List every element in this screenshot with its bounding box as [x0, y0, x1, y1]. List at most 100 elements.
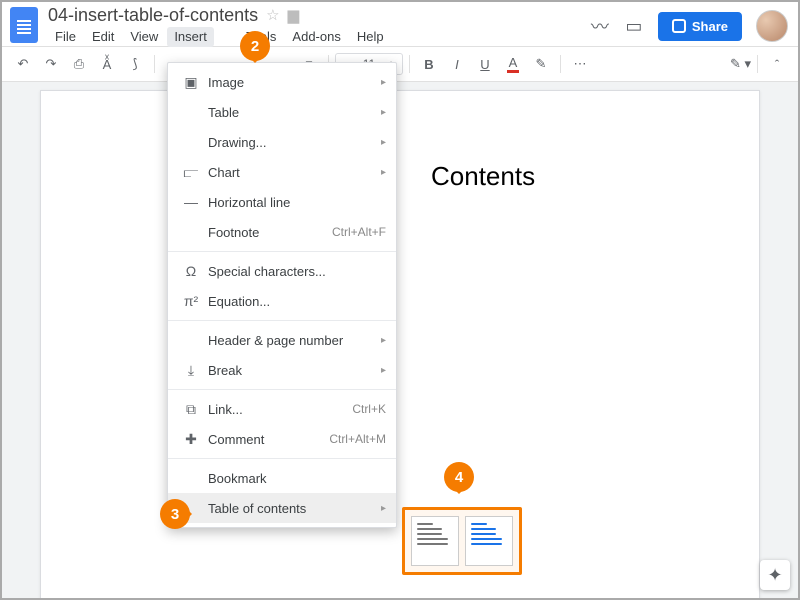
share-button[interactable]: Share: [658, 12, 742, 41]
shortcut: Ctrl+K: [352, 402, 386, 416]
insert-menu-dropdown: ▣ Image ▸ Table ▸ Drawing... ▸ ⫍ Chart ▸…: [167, 62, 397, 528]
menu-item-label: Horizontal line: [208, 195, 386, 210]
menu-item-special-characters[interactable]: Ω Special characters...: [168, 256, 396, 286]
menu-item-image[interactable]: ▣ Image ▸: [168, 67, 396, 97]
comments-icon[interactable]: ▭: [624, 16, 644, 36]
share-label: Share: [692, 19, 728, 34]
menu-item-horizontal-line[interactable]: — Horizontal line: [168, 187, 396, 217]
menu-item-table-of-contents[interactable]: Table of contents ▸: [168, 493, 396, 523]
menu-item-label: Link...: [208, 402, 352, 417]
omega-icon: Ω: [180, 263, 202, 279]
menu-help[interactable]: Help: [350, 27, 391, 47]
menu-item-label: Chart: [208, 165, 381, 180]
chevron-right-icon: ▸: [381, 77, 386, 88]
shortcut: Ctrl+Alt+M: [329, 432, 386, 446]
chevron-up-icon[interactable]: ˆ: [764, 51, 790, 77]
chevron-right-icon: ▸: [381, 335, 386, 346]
pi-icon: π²: [180, 293, 202, 309]
menu-item-label: Break: [208, 363, 381, 378]
menu-item-label: Table: [208, 105, 381, 120]
menu-item-drawing[interactable]: Drawing... ▸: [168, 127, 396, 157]
toc-option-with-numbers[interactable]: [411, 516, 459, 566]
menu-file[interactable]: File: [48, 27, 83, 47]
separator: [560, 55, 561, 73]
star-icon[interactable]: ☆: [266, 6, 279, 24]
chevron-right-icon: ▸: [381, 137, 386, 148]
thumb-line: [471, 528, 496, 530]
menu-item-label: Footnote: [208, 225, 332, 240]
menu-item-table[interactable]: Table ▸: [168, 97, 396, 127]
separator: [154, 55, 155, 73]
document-page[interactable]: Contents: [40, 90, 760, 600]
page-title: Contents: [431, 161, 687, 192]
thumb-line: [417, 523, 433, 525]
avatar[interactable]: [756, 10, 788, 42]
spellcheck-button[interactable]: Aͯ: [94, 51, 120, 77]
chevron-right-icon: ▸: [381, 107, 386, 118]
folder-icon[interactable]: ▆: [288, 6, 300, 24]
menu-addons[interactable]: Add-ons: [285, 27, 347, 47]
menu-item-label: Comment: [208, 432, 329, 447]
thumb-line: [471, 523, 487, 525]
callout-3: 3: [160, 499, 190, 529]
menu-item-footnote[interactable]: Footnote Ctrl+Alt+F: [168, 217, 396, 247]
menu-item-label: Bookmark: [208, 471, 386, 486]
chevron-right-icon: ▸: [381, 167, 386, 178]
toolbar: ↶ ↷ ⎙ Aͯ ⟆ ▾ − 11 + B I U A ✎ ⋯ ✎ ▾ ˆ: [2, 46, 798, 82]
menu-item-chart[interactable]: ⫍ Chart ▸: [168, 157, 396, 187]
menu-item-bookmark[interactable]: Bookmark: [168, 463, 396, 493]
doc-title[interactable]: 04-insert-table-of-contents: [48, 5, 258, 26]
menu-item-label: Table of contents: [208, 501, 381, 516]
menu-view[interactable]: View: [123, 27, 165, 47]
divider: [168, 389, 396, 390]
paint-format-button[interactable]: ⟆: [122, 51, 148, 77]
lock-icon: [672, 19, 686, 33]
image-icon: ▣: [180, 74, 202, 91]
divider: [168, 320, 396, 321]
thumb-line: [417, 543, 448, 545]
thumb-line: [417, 538, 448, 540]
underline-button[interactable]: U: [472, 51, 498, 77]
docs-logo[interactable]: [10, 7, 38, 43]
thumb-line: [471, 538, 502, 540]
menu-insert[interactable]: Insert: [167, 27, 214, 47]
menu-item-comment[interactable]: ✚ Comment Ctrl+Alt+M: [168, 424, 396, 454]
divider: [168, 458, 396, 459]
menu-item-header-page-number[interactable]: Header & page number ▸: [168, 325, 396, 355]
line-icon: —: [180, 194, 202, 210]
editing-mode-button[interactable]: ✎ ▾: [730, 56, 751, 72]
more-button[interactable]: ⋯: [567, 51, 593, 77]
menu-item-label: Image: [208, 75, 381, 90]
chart-icon: ⫍: [180, 164, 202, 181]
callout-2: 2: [240, 31, 270, 61]
break-icon: ⤓: [180, 362, 202, 379]
highlight-button[interactable]: ✎: [528, 51, 554, 77]
menu-bar: File Edit View Insert _ Tools Add-ons He…: [48, 27, 590, 47]
undo-button[interactable]: ↶: [10, 51, 36, 77]
redo-button[interactable]: ↷: [38, 51, 64, 77]
separator: [409, 55, 410, 73]
shortcut: Ctrl+Alt+F: [332, 225, 386, 239]
menu-edit[interactable]: Edit: [85, 27, 121, 47]
menu-item-equation[interactable]: π² Equation...: [168, 286, 396, 316]
menu-item-break[interactable]: ⤓ Break ▸: [168, 355, 396, 385]
toc-option-with-links[interactable]: [465, 516, 513, 566]
comment-icon: ✚: [180, 431, 202, 448]
italic-button[interactable]: I: [444, 51, 470, 77]
text-color-button[interactable]: A: [500, 51, 526, 77]
explore-button[interactable]: ✦: [760, 560, 790, 590]
link-icon: ⧉: [180, 401, 202, 418]
menu-item-label: Special characters...: [208, 264, 386, 279]
menu-item-label: Equation...: [208, 294, 386, 309]
print-button[interactable]: ⎙: [66, 51, 92, 77]
trend-icon[interactable]: 〰: [590, 16, 610, 36]
menu-item-link[interactable]: ⧉ Link... Ctrl+K: [168, 394, 396, 424]
divider: [168, 251, 396, 252]
menu-item-label: Drawing...: [208, 135, 381, 150]
thumb-line: [471, 543, 502, 545]
thumb-line: [417, 533, 442, 535]
bold-button[interactable]: B: [416, 51, 442, 77]
chevron-right-icon: ▸: [381, 503, 386, 514]
document-canvas: Contents: [2, 82, 798, 598]
thumb-line: [471, 533, 496, 535]
